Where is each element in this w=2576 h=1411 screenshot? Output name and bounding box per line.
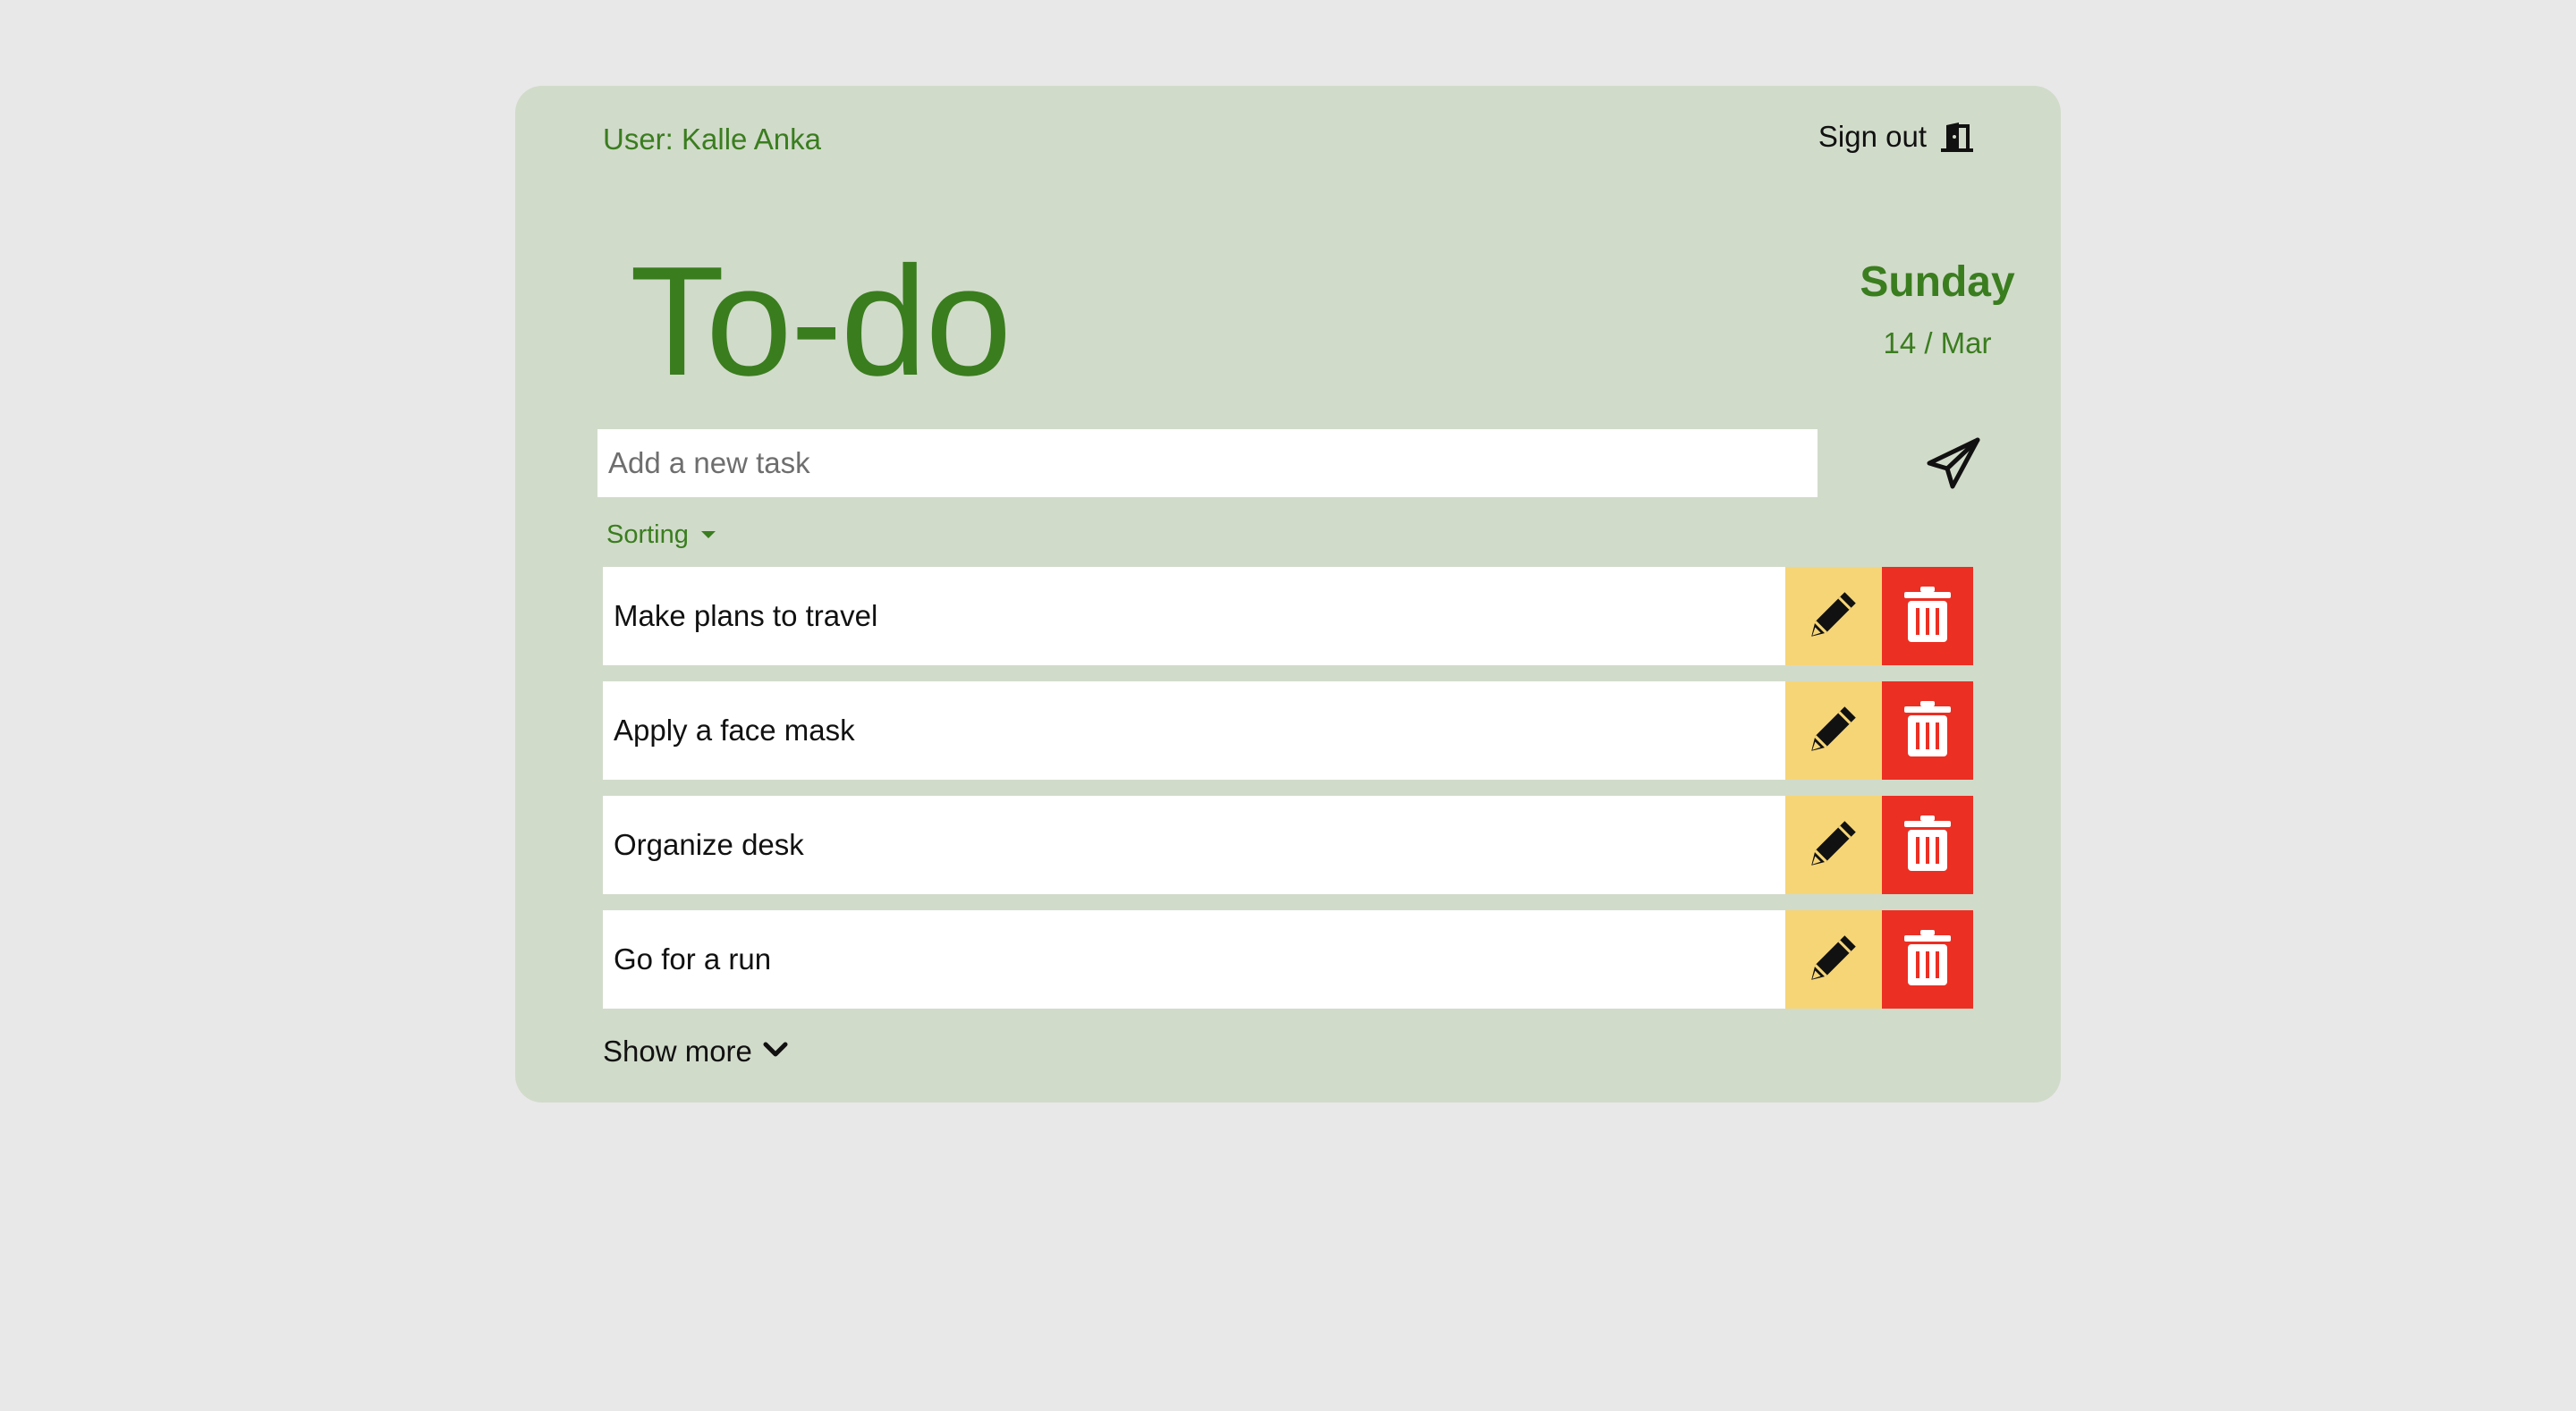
trash-icon [1902, 928, 1953, 992]
new-task-input[interactable] [597, 429, 1818, 497]
task-row: Organize desk [603, 796, 1973, 894]
edit-task-button[interactable] [1785, 796, 1882, 894]
task-text: Apply a face mask [603, 681, 1785, 780]
user-label: User: Kalle Anka [603, 123, 821, 156]
pencil-icon [1804, 585, 1863, 648]
door-exit-icon [1939, 122, 1975, 152]
task-list: Make plans to travel Apply a face mask O… [603, 567, 1973, 1025]
sign-out-button[interactable]: Sign out [1818, 115, 1975, 158]
delete-task-button[interactable] [1882, 796, 1973, 894]
trash-icon [1902, 699, 1953, 763]
todo-card: User: Kalle Anka Sign out To-do Sunday 1… [515, 86, 2061, 1103]
trash-icon [1902, 814, 1953, 877]
show-more-label: Show more [603, 1035, 752, 1068]
sorting-label: Sorting [606, 520, 689, 549]
chevron-down-icon [763, 1041, 788, 1063]
date-label: 14 / Mar [1883, 326, 1992, 359]
show-more-button[interactable]: Show more [603, 1032, 788, 1071]
edit-task-button[interactable] [1785, 681, 1882, 780]
sorting-dropdown[interactable]: Sorting [606, 519, 716, 551]
paper-plane-icon [1926, 436, 1981, 494]
task-text: Organize desk [603, 796, 1785, 894]
task-row: Apply a face mask [603, 681, 1973, 780]
caret-down-icon [700, 531, 716, 538]
add-task-button[interactable] [1921, 433, 1986, 497]
task-text: Go for a run [603, 910, 1785, 1009]
trash-icon [1902, 585, 1953, 648]
task-row: Make plans to travel [603, 567, 1973, 665]
sign-out-label: Sign out [1818, 120, 1927, 153]
delete-task-button[interactable] [1882, 681, 1973, 780]
task-row: Go for a run [603, 910, 1973, 1009]
delete-task-button[interactable] [1882, 910, 1973, 1009]
page-title: To-do [630, 233, 1012, 408]
edit-task-button[interactable] [1785, 567, 1882, 665]
task-text: Make plans to travel [603, 567, 1785, 665]
pencil-icon [1804, 928, 1863, 992]
delete-task-button[interactable] [1882, 567, 1973, 665]
edit-task-button[interactable] [1785, 910, 1882, 1009]
day-label: Sunday [1860, 258, 2015, 306]
pencil-icon [1804, 699, 1863, 763]
pencil-icon [1804, 814, 1863, 877]
